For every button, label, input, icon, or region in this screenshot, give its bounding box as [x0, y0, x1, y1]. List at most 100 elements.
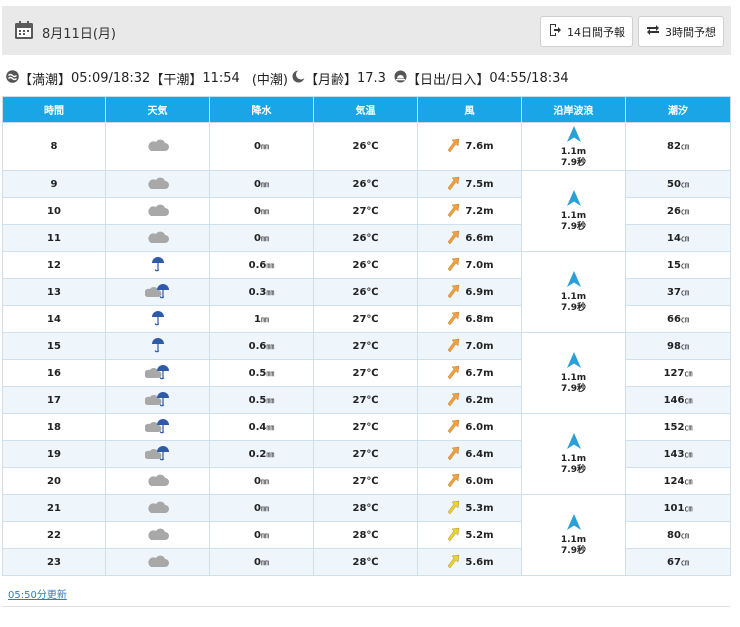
tide-unit: ㎝: [680, 287, 689, 297]
umbrella-icon: [151, 337, 165, 357]
wind-value: 7.6m: [465, 141, 494, 152]
precip-cell: 0㎜: [209, 548, 314, 576]
table-row: 9 0㎜ 26℃ 7.5m 1.1m 7.9秒 50㎝: [2, 170, 731, 252]
precip-value: 0.6: [248, 259, 267, 271]
tide-value: 66: [667, 313, 681, 325]
wind-direction-icon: [445, 499, 461, 518]
wind-group: 6.0m: [418, 418, 521, 437]
tide-cell: 152㎝: [625, 413, 731, 441]
precip-value: 0: [254, 556, 261, 568]
hour-cell: 15: [2, 332, 106, 360]
precip-unit: ㎜: [260, 142, 269, 151]
table-row: 21 0㎜ 28℃ 5.3m 1.1m 7.9秒 101㎝: [2, 494, 731, 576]
tide-unit: ㎝: [680, 530, 689, 540]
wind-cell: 6.6m: [417, 224, 522, 252]
wave-height: 1.1m: [560, 292, 587, 302]
wind-group: 7.6m: [418, 137, 521, 156]
weather-cell: [105, 122, 210, 171]
cloud-icon: [146, 501, 170, 517]
wind-cell: 6.0m: [417, 413, 522, 441]
hour-cell: 21: [2, 494, 106, 522]
weather-cell: [105, 413, 210, 441]
tide-value: 101: [663, 502, 685, 514]
forecast-table: 時間 天気 降水 気温 風 沿岸波浪 潮汐 8 0㎜ 26℃ 7.6m 1.1m 7.9秒…: [2, 96, 731, 576]
wave-period: 7.9秒: [561, 303, 586, 313]
fourteen-day-label: 14日間予報: [567, 25, 625, 39]
tide-unit: ㎝: [680, 341, 689, 351]
wind-cell: 5.3m: [417, 494, 522, 522]
cloud-icon: [146, 555, 170, 571]
wind-value: 5.3m: [465, 502, 494, 514]
weather-cell: [105, 548, 210, 576]
sun-label: 【日出/日入】: [406, 72, 490, 88]
precip-cell: 0.4㎜: [209, 413, 314, 441]
hour-cell: 22: [2, 521, 106, 549]
wind-direction-icon: [445, 391, 461, 410]
tide-unit: ㎝: [684, 395, 693, 405]
tide-value: 37: [667, 286, 681, 298]
coastal-wave-cell: 1.1m 7.9秒: [521, 332, 626, 414]
wave-direction-icon: [566, 125, 582, 147]
sunrise-icon: [394, 70, 407, 87]
tide-cell: 37㎝: [625, 278, 731, 306]
wind-value: 6.0m: [465, 475, 494, 487]
temp-cell: 27℃: [313, 197, 418, 225]
precip-value: 0: [254, 178, 261, 190]
hour-cell: 23: [2, 548, 106, 576]
precip-unit: ㎜: [266, 449, 275, 459]
weather-cell: [105, 224, 210, 252]
wind-cell: 7.5m: [417, 170, 522, 198]
temp-cell: 27℃: [313, 305, 418, 333]
wind-direction-icon: [445, 229, 461, 248]
wind-value: 6.8m: [465, 313, 494, 325]
precip-value: 0: [254, 232, 261, 244]
coastal-wave-cell: 1.1m 7.9秒: [521, 494, 626, 576]
umbrella-icon: [151, 310, 165, 330]
weather-cell: [105, 305, 210, 333]
precip-cell: 0.3㎜: [209, 278, 314, 306]
precip-value: 0: [254, 141, 261, 152]
wind-group: 6.4m: [418, 445, 521, 464]
tide-value: 67: [667, 556, 681, 568]
precip-cell: 0.5㎜: [209, 359, 314, 387]
fourteen-day-forecast-button[interactable]: 14日間予報: [540, 16, 633, 47]
precip-cell: 0㎜: [209, 170, 314, 198]
weather-cell: [105, 494, 210, 522]
table-row: 15 0.6㎜ 27℃ 7.0m 1.1m 7.9秒 98㎝: [2, 332, 731, 414]
precip-unit: ㎜: [266, 395, 275, 405]
wave-height: 1.1m: [560, 373, 587, 383]
precip-value: 0.6: [248, 340, 267, 352]
wind-value: 6.2m: [465, 394, 494, 406]
hour-cell: 14: [2, 305, 106, 333]
tide-unit: ㎝: [680, 179, 689, 189]
wave-height: 1.1m: [560, 146, 587, 157]
tide-unit: ㎝: [684, 449, 693, 459]
wind-value: 5.6m: [465, 556, 494, 568]
precip-unit: ㎜: [266, 260, 275, 270]
tide-unit: ㎝: [680, 206, 689, 216]
coastal-wave-cell: 1.1m 7.9秒: [521, 170, 626, 252]
updated-time-link[interactable]: 05:50分更新: [8, 586, 67, 601]
exit-arrow-icon: [548, 23, 562, 40]
wind-group: 5.6m: [418, 553, 521, 572]
temp-cell: 27℃: [313, 467, 418, 495]
header-weather: 天気: [105, 96, 210, 123]
tide-cell: 127㎝: [625, 359, 731, 387]
hour-cell: 19: [2, 440, 106, 468]
weather-cell: [105, 251, 210, 279]
wind-cell: 6.9m: [417, 278, 522, 306]
precip-value: 0: [254, 529, 261, 541]
cloud-icon: [146, 474, 170, 490]
temp-cell: 27℃: [313, 386, 418, 414]
three-hour-forecast-button[interactable]: 3時間予想: [638, 16, 724, 47]
tide-cell: 80㎝: [625, 521, 731, 549]
hour-cell: 20: [2, 467, 106, 495]
calendar-icon: [14, 20, 34, 44]
table-row: 8 0㎜ 26℃ 7.6m 1.1m 7.9秒 82㎝: [2, 122, 731, 171]
wind-group: 6.7m: [418, 364, 521, 383]
precip-value: 0: [254, 475, 261, 487]
precip-value: 0: [254, 502, 261, 514]
precip-value: 0.5: [248, 394, 267, 406]
wind-cell: 6.7m: [417, 359, 522, 387]
wave-height: 1.1m: [560, 454, 587, 464]
